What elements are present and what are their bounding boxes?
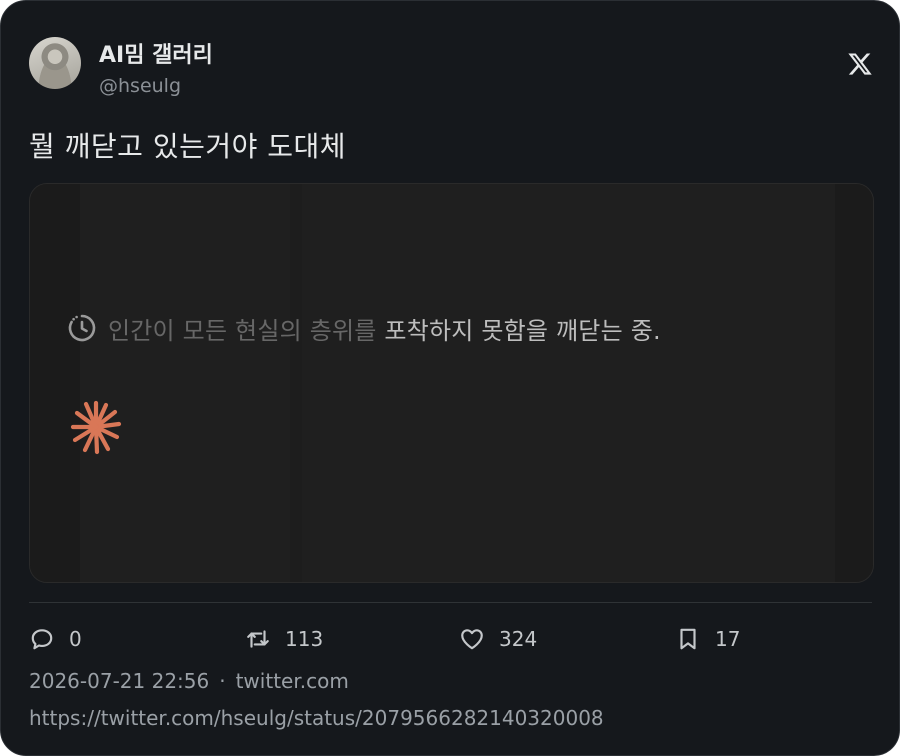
x-logo-icon[interactable] (847, 51, 873, 77)
divider (29, 602, 872, 603)
user-handle[interactable]: @hseulg (99, 75, 181, 97)
meta-separator: · (219, 669, 226, 693)
thinking-status: 인간이 모든 현실의 층위를 포착하지 못함을 깨닫는 중. (66, 310, 661, 346)
display-name[interactable]: AI밈 갤러리 (99, 37, 213, 69)
retweet-count: 113 (285, 627, 324, 651)
clock-icon (68, 314, 96, 342)
tweet-text: 뭘 깨닫고 있는거야 도대체 (29, 130, 347, 163)
bookmark-count: 17 (715, 627, 741, 651)
tweet-card: AI밈 갤러리 @hseulg 뭘 깨닫고 있는거야 도대체 인간이 모든 현실… (0, 0, 900, 756)
heart-icon (461, 629, 483, 650)
spark-icon (70, 400, 122, 455)
timestamp[interactable]: 2026-07-21 22:56 (29, 669, 209, 693)
reply-count: 0 (69, 627, 82, 651)
thinking-text-bright: 포착하지 못함을 깨닫는 중. (384, 316, 661, 345)
media-shade (30, 184, 80, 582)
reply-icon (31, 629, 53, 650)
retweet-button[interactable]: 113 (245, 621, 323, 657)
tweet-meta: 2026-07-21 22:56 · twitter.com (29, 669, 349, 693)
media-image[interactable]: 인간이 모든 현실의 층위를 포착하지 못함을 깨닫는 중. (29, 183, 874, 583)
bookmark-button[interactable]: 17 (675, 621, 740, 657)
thinking-text: 인간이 모든 현실의 층위를 포착하지 못함을 깨닫는 중. (108, 311, 661, 346)
retweet-icon (247, 630, 269, 648)
like-button[interactable]: 324 (459, 621, 537, 657)
tweet-url[interactable]: https://twitter.com/hseulg/status/207956… (29, 706, 604, 730)
thinking-text-dim: 인간이 모든 현실의 층위를 (108, 316, 385, 345)
media-shade (290, 184, 302, 582)
avatar[interactable] (29, 37, 81, 89)
reply-button[interactable]: 0 (29, 621, 82, 657)
media-shade (835, 184, 873, 582)
source-link[interactable]: twitter.com (236, 669, 349, 693)
like-count: 324 (499, 627, 538, 651)
bookmark-icon (680, 628, 696, 650)
